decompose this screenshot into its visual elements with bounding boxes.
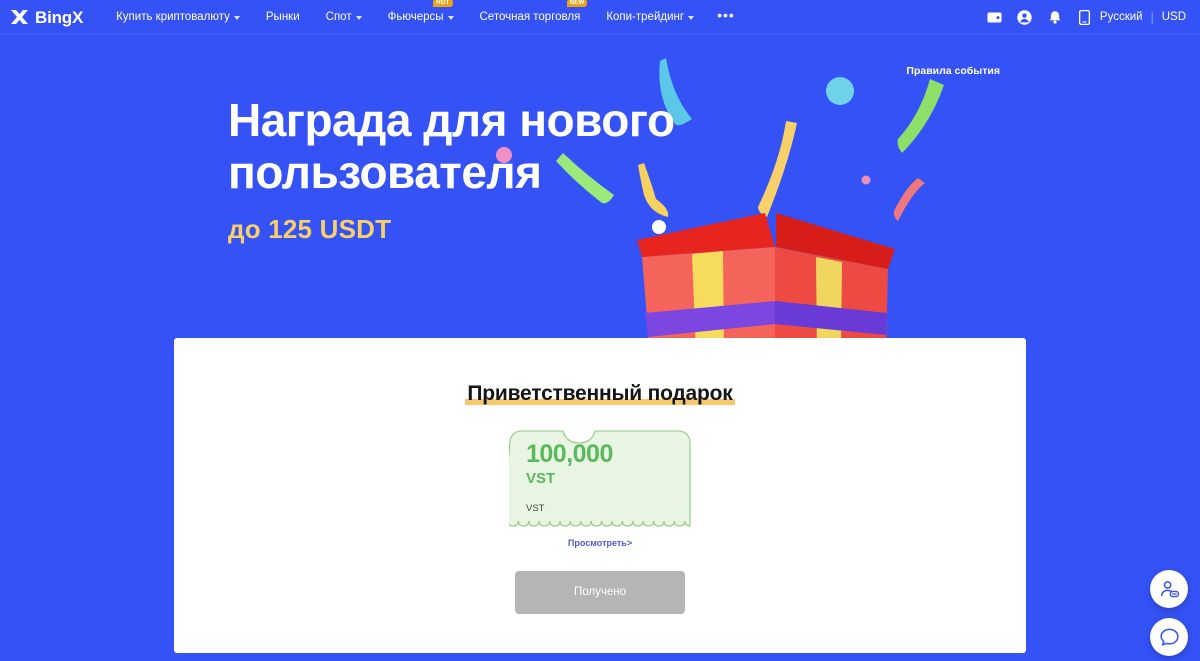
user-referral-link-icon	[1160, 580, 1179, 597]
brand-name: BingX	[35, 7, 84, 27]
navbar-right-group: Русский | USD	[980, 0, 1200, 35]
page-root: BingX Купить криптовалюту Рынки Спот HOT…	[0, 0, 1200, 661]
welcome-gift-card: Приветственный подарок 100,000 VST VST П…	[174, 338, 1026, 653]
hero-title-line2: пользователя	[228, 145, 542, 198]
chevron-down-icon	[688, 16, 695, 20]
gift-box-illustration	[637, 213, 895, 355]
user-account-icon[interactable]	[1010, 0, 1040, 35]
nav-item-grid-trading[interactable]: NEW Сеточная торговля	[467, 0, 594, 35]
card-title: Приветственный подарок	[465, 382, 735, 405]
chevron-down-icon	[233, 16, 240, 20]
nav-item-futures[interactable]: HOT Фьючерсы	[375, 0, 467, 35]
nav-label: Фьючерсы	[387, 11, 444, 23]
nav-label: Спот	[325, 11, 352, 23]
claim-reward-button[interactable]: Получено	[515, 571, 685, 614]
chevron-down-icon	[355, 16, 362, 20]
top-navbar: BingX Купить криптовалюту Рынки Спот HOT…	[0, 0, 1200, 35]
chat-support-floating-button[interactable]	[1150, 618, 1188, 656]
badge-new: NEW	[566, 0, 588, 7]
nav-item-markets[interactable]: Рынки	[253, 0, 313, 35]
referral-floating-button[interactable]	[1150, 570, 1188, 608]
mobile-app-icon[interactable]	[1070, 0, 1100, 35]
voucher-section: 100,000 VST VST Просмотреть>	[174, 430, 1026, 548]
nav-item-spot[interactable]: Спот	[313, 0, 375, 35]
hero-title-line1: Награда для нового	[228, 94, 675, 146]
nav-item-buy-crypto[interactable]: Купить криптовалюту	[103, 0, 253, 35]
nav-label: Рынки	[265, 11, 300, 23]
voucher-amount: 100,000	[526, 440, 613, 468]
voucher-view-link[interactable]: Просмотреть>	[568, 538, 632, 548]
chevron-down-icon	[447, 16, 454, 20]
event-rules-link[interactable]: Правила события	[906, 65, 1000, 77]
nav-label: Копи-трейдинг	[606, 11, 685, 23]
bell-notification-icon[interactable]	[1040, 0, 1070, 35]
badge-hot: HOT	[433, 0, 453, 7]
card-title-wrap: Приветственный подарок	[174, 382, 1026, 406]
hero-subtitle: до 125 USDT	[228, 214, 392, 244]
bingx-x-logo-icon	[11, 10, 28, 24]
claim-button-wrap: Получено	[174, 571, 1026, 614]
voucher-ticket[interactable]: 100,000 VST VST	[509, 430, 691, 535]
nav-more-menu-icon[interactable]: •••	[707, 8, 745, 22]
nav-label: Купить криптовалюту	[116, 11, 230, 23]
language-selector[interactable]: Русский	[1100, 11, 1143, 23]
currency-selector[interactable]: USD	[1162, 11, 1186, 23]
chat-bubble-icon	[1159, 628, 1179, 646]
nav-label: Сеточная торговля	[479, 11, 581, 23]
nav-item-copy-trading[interactable]: Копи-трейдинг	[593, 0, 707, 35]
voucher-currency: VST	[526, 470, 556, 487]
hero-title: Награда для нового пользователя	[228, 94, 788, 198]
voucher-sub-label: VST	[526, 503, 545, 514]
wallet-icon[interactable]	[980, 0, 1010, 35]
bingx-logo[interactable]: BingX	[10, 8, 83, 26]
navbar-separator: |	[1150, 10, 1154, 24]
nav-items: Купить криптовалюту Рынки Спот HOT Фьюче…	[103, 0, 745, 35]
